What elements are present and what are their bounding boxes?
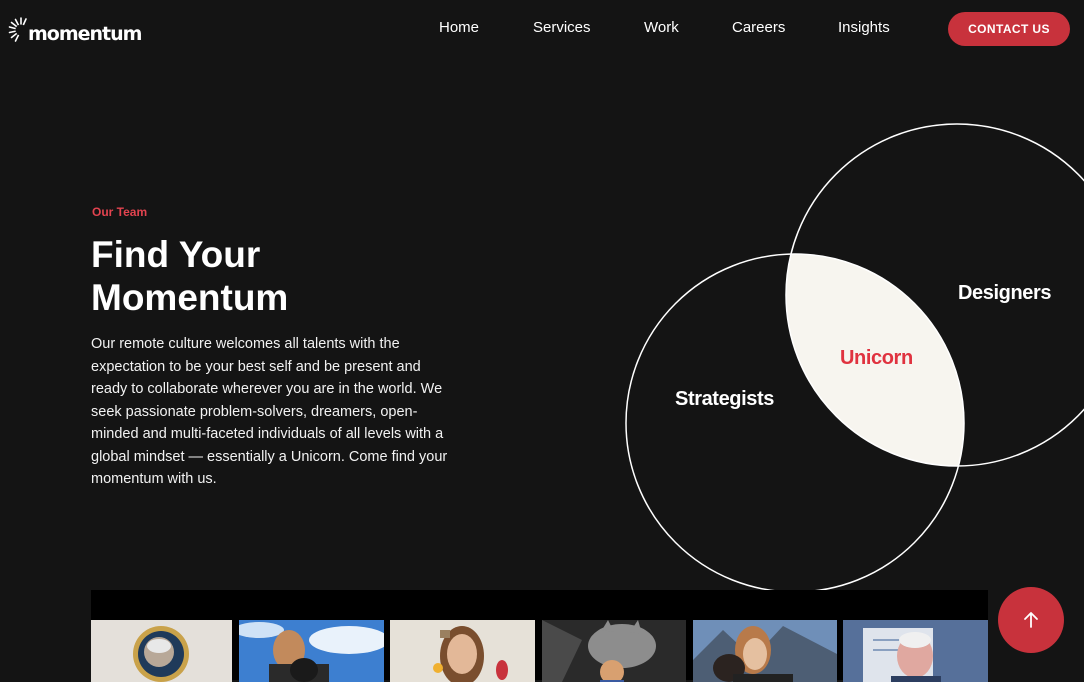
team-photo-4 — [542, 620, 686, 682]
venn-label-unicorn: Unicorn — [840, 347, 913, 369]
team-photo-2 — [239, 620, 384, 682]
team-photo-1 — [91, 620, 232, 682]
team-photo-6 — [843, 620, 988, 682]
venn-overlap — [786, 254, 964, 466]
scroll-to-top-button[interactable] — [998, 587, 1064, 653]
venn-label-designers: Designers — [958, 282, 1052, 304]
venn-diagram — [625, 123, 1084, 593]
venn-label-strategists: Strategists — [675, 388, 774, 410]
team-photo-3 — [390, 620, 535, 682]
team-photo-5 — [693, 620, 837, 682]
team-photo-strip — [91, 590, 988, 682]
arrow-up-icon — [1024, 612, 1038, 628]
